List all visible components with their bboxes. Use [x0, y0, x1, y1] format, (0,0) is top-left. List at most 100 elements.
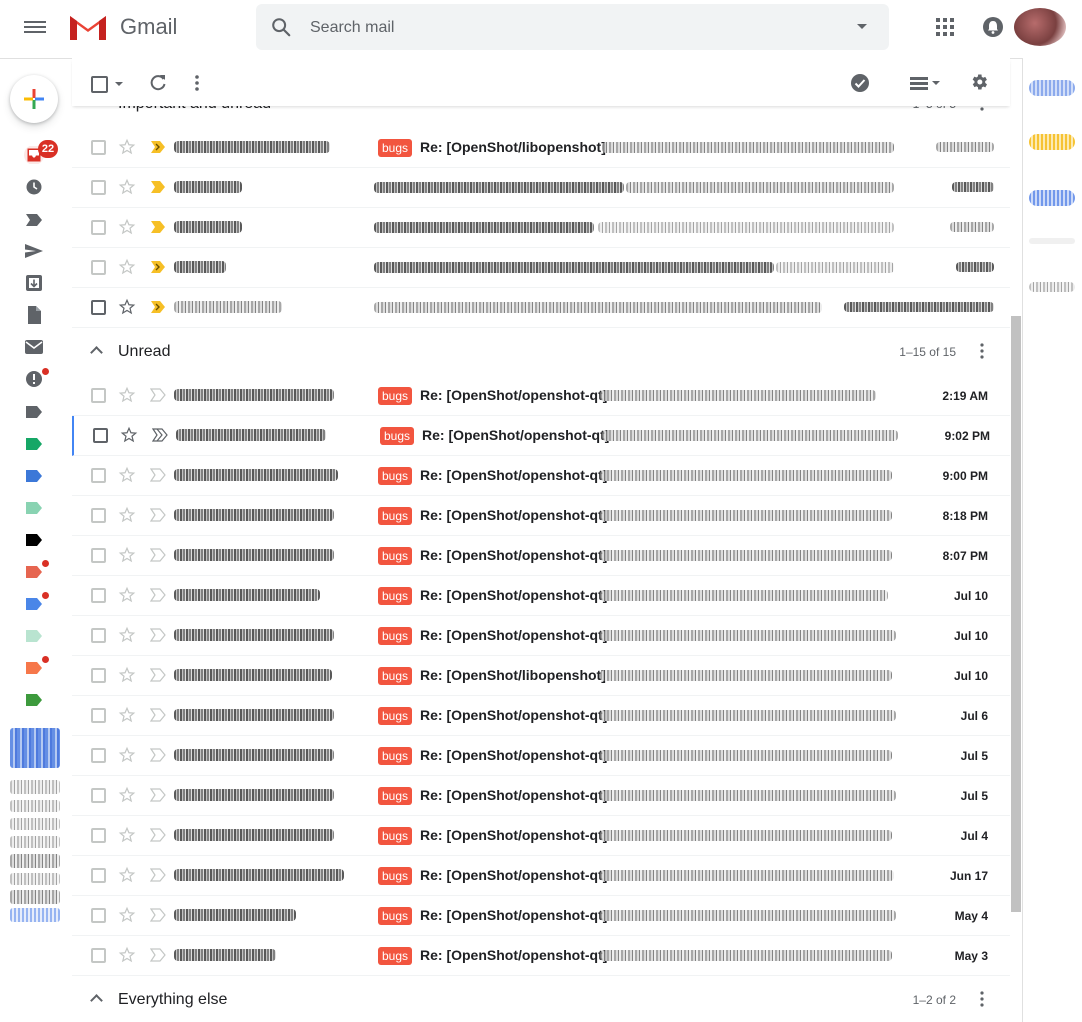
- email-row[interactable]: bugs Re: [OpenShot/libopenshot]: [72, 128, 1010, 168]
- hangouts-contact-avatar[interactable]: [10, 728, 60, 768]
- hangouts-contact[interactable]: [10, 890, 60, 904]
- email-row[interactable]: [72, 248, 1010, 288]
- star-icon[interactable]: [118, 866, 136, 884]
- label-tag-green-icon[interactable]: [24, 435, 44, 453]
- importance-marker-outline-icon[interactable]: [150, 628, 166, 642]
- star-icon[interactable]: [118, 666, 136, 684]
- star-icon[interactable]: [118, 218, 136, 236]
- search-options-dropdown-icon[interactable]: [857, 24, 867, 29]
- row-checkbox[interactable]: [91, 508, 106, 523]
- star-icon[interactable]: [118, 826, 136, 844]
- hangouts-contact[interactable]: [10, 873, 60, 885]
- row-checkbox[interactable]: [91, 260, 106, 275]
- label-tag-mint-icon[interactable]: [24, 499, 44, 517]
- email-row[interactable]: bugs Re: [OpenShot/openshot-qt] 8:07 PM: [72, 536, 1010, 576]
- email-row[interactable]: [72, 288, 1010, 328]
- notifications-icon[interactable]: [982, 16, 1004, 38]
- email-row[interactable]: bugs Re: [OpenShot/openshot-qt] Jun 17: [72, 856, 1010, 896]
- label-tag-lightgreen-icon[interactable]: [24, 627, 44, 645]
- importance-marker-outline-icon[interactable]: [150, 948, 166, 962]
- label-chip[interactable]: bugs: [378, 547, 413, 565]
- row-checkbox[interactable]: [91, 548, 106, 563]
- collapse-section-icon[interactable]: [90, 346, 103, 359]
- importance-marker-outline-icon[interactable]: [150, 828, 166, 842]
- email-row[interactable]: [72, 208, 1010, 248]
- drafts-icon[interactable]: [24, 306, 44, 324]
- label-chip[interactable]: bugs: [378, 747, 413, 765]
- more-options-icon[interactable]: [193, 73, 201, 93]
- row-checkbox[interactable]: [91, 628, 106, 643]
- email-row[interactable]: bugs Re: [OpenShot/openshot-qt] Jul 4: [72, 816, 1010, 856]
- sent-icon[interactable]: [24, 242, 44, 260]
- importance-marker-outline-icon[interactable]: [150, 908, 166, 922]
- star-icon[interactable]: [120, 426, 138, 444]
- row-checkbox[interactable]: [91, 588, 106, 603]
- importance-marker-outline-icon[interactable]: [150, 508, 166, 522]
- row-checkbox[interactable]: [91, 220, 106, 235]
- snoozed-clock-icon[interactable]: [24, 178, 44, 196]
- account-avatar[interactable]: [1014, 8, 1066, 46]
- row-checkbox[interactable]: [91, 668, 106, 683]
- label-chip[interactable]: bugs: [378, 907, 413, 925]
- email-row[interactable]: bugs Re: [OpenShot/libopenshot] Jul 10: [72, 656, 1010, 696]
- display-density-icon[interactable]: [910, 75, 942, 91]
- section-header-unread[interactable]: Unread 1–15 of 15: [72, 328, 1010, 377]
- label-chip[interactable]: bugs: [378, 667, 413, 685]
- importance-marker-icon[interactable]: [150, 140, 166, 154]
- importance-marker-outline-icon[interactable]: [150, 548, 166, 562]
- star-icon[interactable]: [118, 386, 136, 404]
- label-tag-blue-icon[interactable]: [24, 467, 44, 485]
- importance-marker-outline-icon[interactable]: [150, 788, 166, 802]
- search-input[interactable]: [308, 16, 832, 40]
- label-chip[interactable]: bugs: [378, 507, 413, 525]
- hangouts-contact[interactable]: [10, 908, 60, 922]
- calendar-addon-icon[interactable]: [1029, 80, 1075, 96]
- label-chip[interactable]: bugs: [378, 139, 413, 157]
- all-mail-icon[interactable]: [24, 338, 44, 356]
- collapse-section-icon[interactable]: [90, 994, 103, 1007]
- email-row[interactable]: bugs Re: [OpenShot/openshot-qt] May 3: [72, 936, 1010, 976]
- refresh-icon[interactable]: [148, 73, 168, 93]
- label-chip[interactable]: bugs: [378, 867, 413, 885]
- row-checkbox[interactable]: [91, 388, 106, 403]
- label-chip[interactable]: bugs: [378, 787, 413, 805]
- star-icon[interactable]: [118, 586, 136, 604]
- importance-marker-icon[interactable]: [150, 180, 166, 194]
- star-icon[interactable]: [118, 178, 136, 196]
- importance-marker-outline-icon[interactable]: [150, 468, 166, 482]
- row-checkbox[interactable]: [91, 708, 106, 723]
- email-row[interactable]: bugs Re: [OpenShot/openshot-qt] Jul 5: [72, 736, 1010, 776]
- get-addons-icon[interactable]: [1029, 282, 1075, 292]
- star-icon[interactable]: [118, 946, 136, 964]
- email-row[interactable]: bugs Re: [OpenShot/openshot-qt] Jul 5: [72, 776, 1010, 816]
- row-hover-actions[interactable]: [844, 302, 994, 312]
- label-chip[interactable]: bugs: [378, 827, 413, 845]
- star-icon[interactable]: [118, 298, 136, 316]
- scheduled-icon[interactable]: [24, 274, 44, 292]
- main-menu-button[interactable]: [24, 18, 46, 36]
- star-icon[interactable]: [118, 626, 136, 644]
- search-icon[interactable]: [270, 16, 292, 38]
- row-checkbox[interactable]: [91, 300, 106, 315]
- importance-marker-outline-icon[interactable]: [150, 588, 166, 602]
- hangouts-contact[interactable]: [10, 780, 60, 794]
- section-more-icon[interactable]: [980, 991, 984, 1007]
- email-row[interactable]: bugs Re: [OpenShot/openshot-qt] 2:19 AM: [72, 376, 1010, 416]
- star-icon[interactable]: [118, 506, 136, 524]
- email-row[interactable]: bugs Re: [OpenShot/openshot-qt] Jul 6: [72, 696, 1010, 736]
- search-bar[interactable]: [256, 4, 889, 50]
- row-checkbox[interactable]: [91, 748, 106, 763]
- email-row[interactable]: [72, 168, 1010, 208]
- star-icon[interactable]: [118, 906, 136, 924]
- hangouts-contact[interactable]: [10, 800, 60, 812]
- section-more-icon[interactable]: [980, 343, 984, 359]
- gmail-logo-icon[interactable]: [68, 12, 108, 42]
- importance-marker-outline-icon[interactable]: [150, 388, 166, 402]
- email-row[interactable]: bugs Re: [OpenShot/openshot-qt] Jul 10: [72, 616, 1010, 656]
- google-apps-icon[interactable]: [935, 17, 955, 37]
- important-icon[interactable]: [24, 211, 44, 229]
- star-icon[interactable]: [118, 466, 136, 484]
- email-row[interactable]: bugs Re: [OpenShot/openshot-qt] 9:02 PM: [72, 416, 1010, 456]
- row-checkbox[interactable]: [91, 828, 106, 843]
- row-checkbox[interactable]: [91, 908, 106, 923]
